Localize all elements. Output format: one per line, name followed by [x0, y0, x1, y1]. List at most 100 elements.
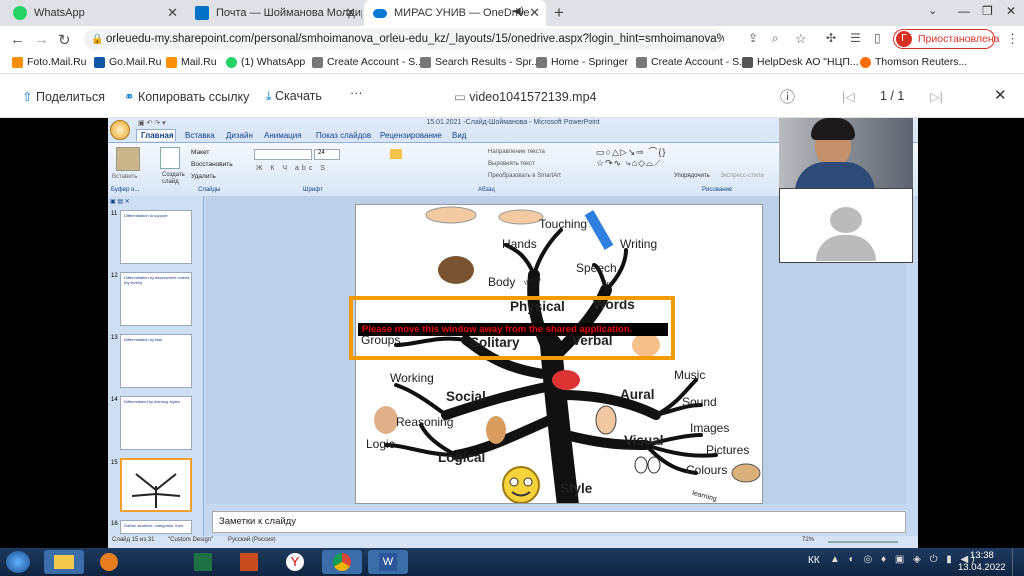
slide-thumbnail[interactable]: 12 Differentiation by assessment criteria… — [111, 272, 192, 326]
tab-search-icon[interactable]: ⌄ — [928, 4, 937, 17]
participant-video[interactable] — [779, 118, 913, 188]
slide-thumbnail[interactable]: 11 Differentiation to support — [111, 210, 192, 264]
paste-icon[interactable] — [116, 147, 140, 171]
download-button[interactable]: ⤓ Скачать — [266, 89, 322, 104]
onedrive-toolbar: ⇧ Поделиться ⚭ Копировать ссылку ⤓ Скача… — [0, 74, 1024, 118]
back-icon[interactable]: ← — [10, 31, 25, 48]
bookmark-item[interactable]: HelpDesk АО "НЦП... — [742, 56, 859, 68]
bookmark-item[interactable]: Mail.Ru — [166, 56, 217, 68]
bookmark-item[interactable]: Create Account - S... — [312, 56, 424, 68]
word-logic: Logic — [366, 437, 395, 451]
font-name-select[interactable] — [254, 149, 312, 160]
close-window-icon[interactable]: ✕ — [1006, 4, 1016, 18]
more-button[interactable]: ··· — [350, 86, 363, 100]
bookmark-item[interactable]: Go.Mail.Ru — [94, 56, 162, 68]
prev-icon[interactable]: |◁ — [842, 89, 855, 104]
url-input[interactable]: 🔒 orleuedu-my.sharepoint.com/personal/sm… — [84, 29, 724, 50]
tab-mail[interactable]: Почта — Шойманова Молдир Е ✕ — [186, 0, 362, 26]
forward-icon[interactable]: → — [34, 31, 49, 48]
video-file-icon: ▭ — [454, 90, 470, 104]
font-format-icons[interactable]: Ж К Ч abc S — [256, 165, 328, 172]
bookmark-star-icon[interactable]: ☆ — [795, 31, 807, 47]
language-indicator[interactable]: КК — [808, 555, 820, 566]
participant-placeholder[interactable] — [779, 188, 913, 263]
copy-link-button[interactable]: ⚭ Копировать ссылку — [124, 89, 249, 104]
ribbon-tab[interactable]: Главная — [141, 131, 174, 140]
bookmark-item[interactable]: Create Account - S... — [636, 56, 748, 68]
ribbon-tab[interactable]: Вид — [452, 131, 466, 140]
reset-button[interactable]: Восстановить — [191, 161, 233, 168]
mailru-icon — [166, 56, 177, 68]
zoom-level[interactable]: 72% — [802, 537, 814, 543]
status-theme: "Custom Design" — [168, 537, 214, 543]
word-reasoning: Reasoning — [396, 415, 454, 429]
media-player-icon[interactable] — [90, 550, 130, 574]
close-tab-icon[interactable]: ✕ — [345, 5, 356, 21]
slide-thumbnail[interactable]: 13 Differentiation by task — [111, 334, 192, 388]
side-panel-icon[interactable]: ▯ — [874, 31, 881, 45]
font-size-select[interactable]: 24 — [314, 149, 340, 160]
powerpoint-icon[interactable] — [230, 550, 270, 574]
slide-notes-field[interactable]: Заметки к слайду — [212, 511, 906, 533]
delete-button[interactable]: Удалить — [191, 173, 216, 180]
excel-icon[interactable] — [184, 550, 224, 574]
chrome-icon[interactable] — [322, 550, 362, 574]
slide-thumbnail[interactable]: 14 Differentiated by learning styles — [111, 396, 192, 450]
panel-tabs[interactable]: ▣ ▤ ✕ — [110, 198, 130, 205]
restore-icon[interactable]: ❐ — [982, 4, 993, 18]
new-slide-label: Создать слайд — [162, 172, 185, 185]
tab-onedrive[interactable]: МИРАС УНИВ — OneDrive ◀) ✕ — [364, 0, 546, 26]
hand-icon — [425, 206, 477, 224]
zoom-slider[interactable] — [828, 541, 898, 543]
tray-icons[interactable]: ▲ ◐ ◎ ♦ ▣ ◈ ⏻ ▮ ◀) — [830, 554, 978, 565]
ribbon-tab[interactable]: Рецензирование — [380, 131, 442, 140]
slide-thumbnail-selected[interactable]: 15 — [111, 458, 192, 512]
start-button-icon[interactable] — [6, 551, 30, 573]
reload-icon[interactable]: ↻ — [58, 31, 71, 49]
shapes-gallery[interactable]: ▭○△▷↘⇨ ⌒{}☆↷∿ ⤷⌂◇⌓⟋ — [596, 147, 668, 169]
person-icon — [438, 256, 474, 284]
ribbon-tab[interactable]: Дизайн — [226, 131, 253, 140]
yandex-icon[interactable]: Y — [276, 550, 316, 574]
group-label: Шрифт — [303, 187, 323, 193]
align-text-button[interactable]: Выровнять текст — [488, 161, 535, 167]
minimize-icon[interactable]: — — [958, 4, 970, 18]
ribbon-tab[interactable]: Вставка — [185, 131, 215, 140]
explorer-icon[interactable] — [44, 550, 84, 574]
audio-icon[interactable]: ◀) — [513, 6, 524, 17]
close-tab-icon[interactable]: ✕ — [167, 5, 178, 21]
bullets-icon[interactable] — [390, 149, 402, 159]
share-page-icon[interactable]: ⇪ — [748, 31, 758, 45]
share-button[interactable]: ⇧ Поделиться — [22, 89, 105, 104]
close-tab-icon[interactable]: ✕ — [529, 5, 540, 21]
new-tab-icon[interactable]: + — [554, 3, 564, 23]
close-viewer-icon[interactable]: ✕ — [994, 86, 1007, 104]
menu-icon[interactable]: ⋮ — [1006, 31, 1019, 47]
show-desktop-button[interactable] — [1012, 548, 1024, 576]
profile-button[interactable]: Г Приостановлена — [893, 29, 999, 49]
quick-styles-button[interactable]: Экспресс-стили — [720, 173, 764, 179]
layout-button[interactable]: Макет — [191, 149, 209, 156]
ribbon-tab[interactable]: Показ слайдов — [316, 131, 371, 140]
eyes-icon — [634, 456, 648, 474]
tab-whatsapp[interactable]: WhatsApp ✕ — [4, 0, 184, 26]
smartart-button[interactable]: Преобразовать в SmartArt — [488, 173, 561, 179]
ribbon-tab[interactable]: Анимация — [264, 131, 302, 140]
mailru-icon — [94, 56, 105, 68]
bookmark-item[interactable]: Foto.Mail.Ru — [12, 56, 87, 68]
bookmark-item[interactable]: Search Results - Spr... — [420, 56, 540, 68]
bookmark-item[interactable]: Thomson Reuters... — [860, 56, 967, 68]
bookmark-item[interactable]: (1) WhatsApp — [226, 56, 305, 68]
bookmark-item[interactable]: Home - Springer — [536, 56, 628, 68]
slide-thumbnail[interactable]: 16 Gather students, categorise, then — [111, 520, 192, 534]
extensions-icon[interactable]: ✣ — [826, 31, 836, 45]
arrange-button[interactable]: Упорядочить — [674, 173, 710, 179]
info-icon[interactable]: ⓘ — [780, 86, 795, 107]
text-direction-button[interactable]: Направление текста — [488, 149, 545, 155]
word-icon[interactable]: W — [368, 550, 408, 574]
next-icon[interactable]: ▷| — [930, 89, 943, 104]
two-people-icon — [486, 416, 506, 444]
search-icon[interactable]: ⌕ — [772, 31, 779, 46]
reading-list-icon[interactable]: ☰ — [850, 31, 861, 45]
new-slide-icon[interactable] — [160, 147, 180, 169]
